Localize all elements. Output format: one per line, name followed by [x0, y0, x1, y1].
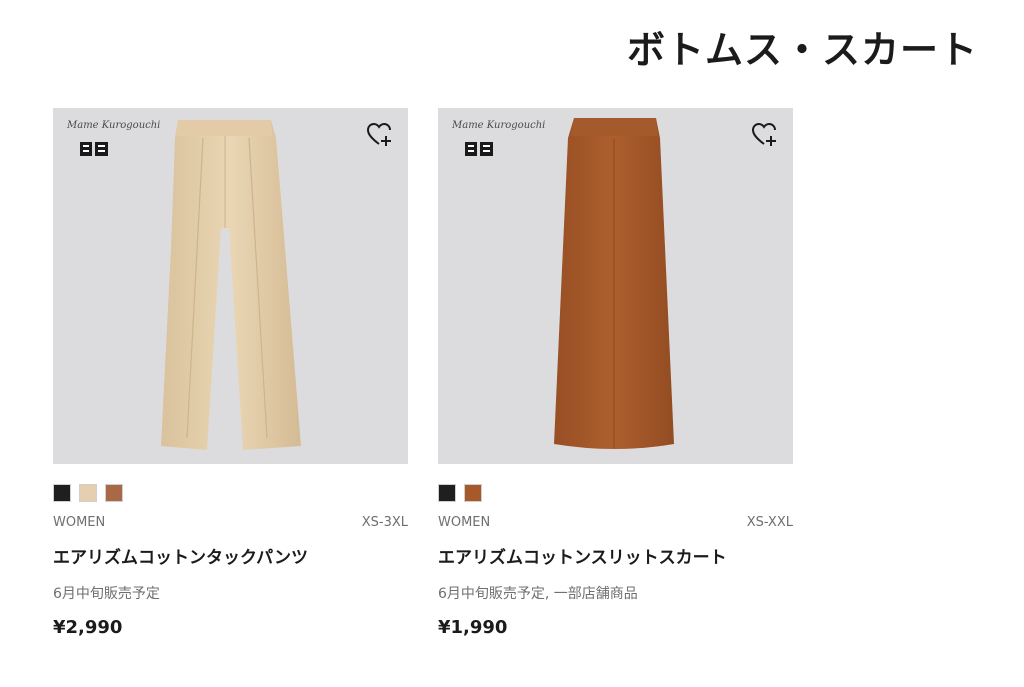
section-title: ボトムス・スカート [626, 28, 978, 72]
heart-plus-icon[interactable] [751, 122, 779, 148]
color-swatch-brown[interactable] [464, 484, 482, 502]
product-price: ¥1,990 [438, 617, 508, 638]
color-swatch-beige[interactable] [79, 484, 97, 502]
color-swatches [53, 484, 408, 504]
product-image[interactable]: Mame Kurogouchi [438, 108, 793, 464]
sale-note: 6月中旬販売予定, 一部店舗商品 [438, 586, 638, 602]
brand-signature: Mame Kurogouchi [67, 120, 161, 131]
uniqlo-logo-icon [465, 142, 493, 156]
heart-plus-icon[interactable] [366, 122, 394, 148]
size-range: XS-XXL [746, 515, 793, 530]
color-swatch-black[interactable] [438, 484, 456, 502]
product-name[interactable]: エアリズムコットンタックパンツ [53, 546, 408, 570]
pants-image [161, 120, 301, 450]
size-range: XS-3XL [361, 515, 408, 530]
skirt-image [554, 118, 674, 449]
color-swatch-brown[interactable] [105, 484, 123, 502]
sale-note: 6月中旬販売予定 [53, 586, 160, 602]
meta-row: WOMEN XS-3XL [53, 514, 408, 532]
category-label: WOMEN [438, 515, 491, 530]
product-image[interactable]: Mame Kurogouchi [53, 108, 408, 464]
product-name[interactable]: エアリズムコットンスリットスカート [438, 546, 793, 570]
product-card[interactable]: Mame Kurogouchi WOMEN XS-XXL エアリズムコットンスリ… [438, 108, 793, 640]
color-swatch-black[interactable] [53, 484, 71, 502]
uniqlo-logo-icon [80, 142, 108, 156]
product-price: ¥2,990 [53, 617, 123, 638]
meta-row: WOMEN XS-XXL [438, 514, 793, 532]
color-swatches [438, 484, 793, 504]
brand-signature: Mame Kurogouchi [452, 120, 546, 131]
product-card[interactable]: Mame Kurogouchi WOMEN XS-3XL エアリズムコットンタッ… [53, 108, 408, 640]
category-label: WOMEN [53, 515, 106, 530]
